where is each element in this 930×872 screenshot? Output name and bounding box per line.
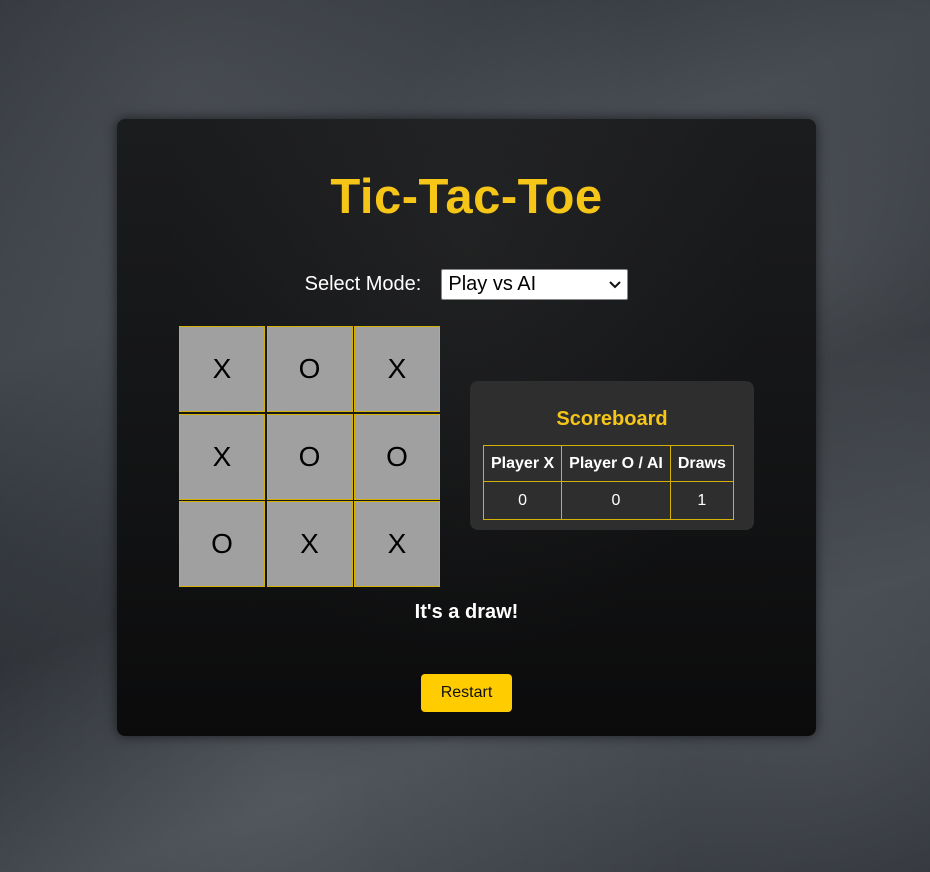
score-draws: 1	[669, 481, 734, 520]
header-draws: Draws	[669, 445, 734, 482]
header-player-o-ai: Player O / AI	[561, 445, 671, 482]
board-cell[interactable]: O	[179, 501, 265, 587]
board-cell[interactable]: O	[354, 413, 440, 500]
board-cell[interactable]: X	[354, 501, 440, 587]
board-cell[interactable]: O	[266, 413, 353, 500]
board-cell[interactable]: X	[179, 413, 265, 500]
scoreboard-header-row: Player X Player O / AI Draws	[482, 445, 734, 482]
board-cell[interactable]: X	[266, 501, 353, 587]
score-player-x: 0	[482, 481, 563, 520]
header-player-x: Player X	[482, 445, 563, 482]
board-cell[interactable]: X	[354, 326, 440, 412]
restart-button[interactable]: Restart	[421, 674, 512, 712]
scoreboard-values-row: 0 0 1	[482, 481, 734, 520]
page-title: Tic-Tac-Toe	[330, 170, 603, 224]
mode-row: Select Mode: Play vs AI	[117, 269, 816, 300]
scoreboard-table: Player X Player O / AI Draws 0 0 1	[482, 445, 734, 520]
score-player-o-ai: 0	[561, 481, 671, 520]
scoreboard: Scoreboard Player X Player O / AI Draws …	[470, 381, 754, 530]
board-cell[interactable]: X	[179, 326, 265, 412]
scoreboard-title: Scoreboard	[556, 408, 668, 430]
game-status: It's a draw!	[414, 601, 519, 623]
game-panel: Tic-Tac-Toe Select Mode: Play vs AI X O …	[117, 119, 816, 736]
mode-label: Select Mode:	[304, 273, 422, 295]
board-cell[interactable]: O	[266, 326, 353, 412]
game-board: X O X X O O O X X	[179, 326, 440, 587]
mode-select[interactable]: Play vs AI	[441, 269, 629, 300]
mode-select-value: Play vs AI	[448, 273, 537, 295]
chevron-down-icon	[609, 278, 622, 292]
